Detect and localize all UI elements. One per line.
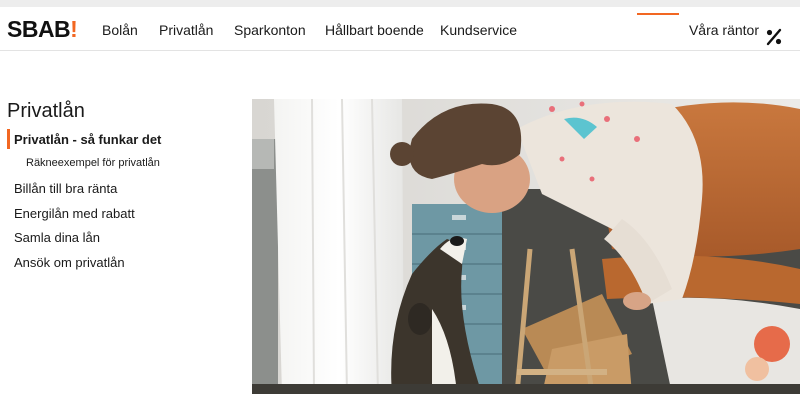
sidebar-item-samla-dina-lan[interactable]: Samla dina lån: [14, 230, 100, 245]
nav-item-privatlan[interactable]: Privatlån: [159, 22, 213, 38]
sidebar-active-indicator: [7, 129, 10, 149]
sidebar-item-rakneexempel[interactable]: Räkneexempel för privatlån: [26, 157, 160, 169]
sidebar-item-sa-funkar-det[interactable]: Privatlån - så funkar det: [14, 132, 161, 147]
nav-item-bolan[interactable]: Bolån: [102, 22, 138, 38]
browser-top-strip: [0, 0, 800, 7]
hero-photo: [252, 99, 800, 394]
sidebar-item-billan[interactable]: Billån till bra ränta: [14, 181, 117, 196]
nav-item-kundservice[interactable]: Kundservice: [440, 22, 517, 38]
main-navbar: SBAB! Bolån Privatlån Sparkonton Hållbar…: [0, 7, 800, 51]
percent-icon[interactable]: [765, 28, 783, 46]
rates-link[interactable]: Våra räntor: [689, 22, 759, 38]
sbab-logo[interactable]: SBAB!: [7, 16, 78, 43]
sidebar-item-ansok[interactable]: Ansök om privatlån: [14, 255, 125, 270]
nav-item-hallbart-boende[interactable]: Hållbart boende: [325, 22, 424, 38]
sidebar-item-energilan[interactable]: Energilån med rabatt: [14, 206, 135, 221]
sidebar-title: Privatlån: [7, 100, 85, 122]
nav-active-indicator: [637, 13, 679, 15]
hero-illustration: [252, 99, 800, 394]
nav-item-sparkonton[interactable]: Sparkonton: [234, 22, 306, 38]
